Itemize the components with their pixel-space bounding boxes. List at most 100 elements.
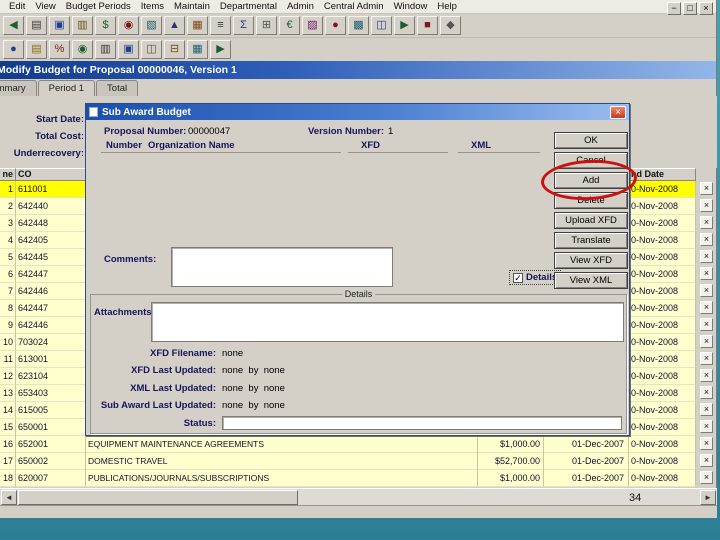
note-icon-glyph: ▤ [31, 42, 42, 55]
menu-edit[interactable]: Edit [4, 1, 30, 12]
calendar-icon[interactable]: ▦ [187, 16, 208, 35]
comments-input[interactable] [171, 247, 393, 287]
cell-line-number: 12 [0, 368, 16, 385]
row-delete-icon[interactable]: × [700, 437, 713, 450]
euro-icon[interactable]: € [279, 16, 300, 35]
horizontal-scrollbar[interactable]: ◄ ► [0, 488, 717, 505]
window-icon[interactable]: ◫ [141, 39, 162, 59]
column-number: Number [106, 140, 142, 151]
disk-icon[interactable]: ▣ [118, 39, 139, 59]
field-label: Sub Award Last Updated: [100, 400, 216, 411]
row-delete-icon[interactable]: × [700, 267, 713, 280]
field-value: none by none [222, 382, 285, 394]
row-delete-icon[interactable]: × [700, 199, 713, 212]
menu-window[interactable]: Window [389, 1, 433, 12]
status-field[interactable] [222, 416, 622, 430]
up-icon[interactable]: ▲ [164, 16, 185, 35]
menu-central-admin[interactable]: Central Admin [319, 1, 389, 12]
close-icon[interactable]: × [610, 106, 626, 119]
grid-icon[interactable]: ▦ [187, 39, 208, 59]
cancel-button[interactable]: Cancel [554, 152, 628, 169]
exit-icon[interactable]: ◆ [440, 16, 461, 35]
menu-maintain[interactable]: Maintain [169, 1, 215, 12]
user-icon[interactable]: ◉ [118, 16, 139, 35]
note-icon[interactable]: ▤ [26, 39, 47, 59]
collapse-icon[interactable]: ⊟ [164, 39, 185, 59]
go-icon[interactable]: ▶ [210, 39, 231, 59]
tab-summary[interactable]: Summary [0, 80, 37, 96]
delete-button[interactable]: Delete [554, 192, 628, 209]
copy-icon[interactable]: ▥ [72, 16, 93, 35]
header-end-date[interactable]: nd Date [629, 168, 696, 181]
scroll-left-icon[interactable]: ◄ [1, 490, 17, 505]
table-row[interactable]: 17 650002 DOMESTIC TRAVEL $52,700.00 01-Dec-… [0, 453, 698, 470]
back-icon-glyph: ◀ [9, 19, 18, 31]
menu-budget-periods[interactable]: Budget Periods [61, 1, 136, 12]
cell-cost-element: 642447 [16, 300, 86, 317]
row-delete-icon[interactable]: × [700, 250, 713, 263]
menu-items[interactable]: Items [136, 1, 169, 12]
row-delete-icon[interactable]: × [700, 335, 713, 348]
dense-grid-icon[interactable]: ▩ [348, 16, 369, 35]
row-delete-icon[interactable]: × [700, 182, 713, 195]
close-icon[interactable]: × [699, 2, 713, 15]
scroll-right-icon[interactable]: ► [700, 490, 716, 505]
disk-icon-glyph: ▣ [123, 42, 134, 55]
row-delete-icon[interactable]: × [700, 454, 713, 467]
table-row[interactable]: 16 652001 EQUIPMENT MAINTENANCE AGREEMENTS… [0, 436, 698, 453]
save-icon[interactable]: ▣ [49, 16, 70, 35]
pattern-icon[interactable]: ▨ [302, 16, 323, 35]
attachments-label: Attachments: [94, 307, 155, 318]
minimize-icon[interactable]: − [667, 2, 681, 15]
row-delete-icon[interactable]: × [700, 216, 713, 229]
refresh-icon[interactable]: ◉ [72, 39, 93, 59]
menu-departmental[interactable]: Departmental [215, 1, 282, 12]
chart-icon[interactable]: ▧ [141, 16, 162, 35]
row-delete-icon[interactable]: × [700, 420, 713, 433]
record-icon[interactable]: ● [325, 16, 346, 35]
row-delete-icon[interactable]: × [700, 403, 713, 416]
tab-period-1[interactable]: Period 1 [37, 80, 96, 96]
sum-icon[interactable]: Σ [233, 16, 254, 35]
back-icon[interactable]: ◀ [3, 16, 24, 35]
cell-line-number: 15 [0, 419, 16, 436]
row-delete-icon[interactable]: × [700, 233, 713, 246]
list-icon[interactable]: ≡ [210, 16, 231, 35]
menu-help[interactable]: Help [432, 1, 462, 12]
row-delete-icon[interactable]: × [700, 352, 713, 365]
dialog-titlebar[interactable]: Sub Award Budget [86, 104, 629, 120]
menu-admin[interactable]: Admin [282, 1, 319, 12]
row-delete-icon[interactable]: × [700, 386, 713, 399]
row-delete-icon[interactable]: × [700, 471, 713, 484]
attachments-input[interactable] [151, 302, 624, 342]
percent-icon[interactable]: % [49, 39, 70, 59]
scrollbar-thumb[interactable] [18, 490, 298, 505]
row-delete-icon[interactable]: × [700, 284, 713, 297]
row-delete-icon[interactable]: × [700, 301, 713, 314]
forward-icon[interactable]: ▶ [394, 16, 415, 35]
view-xml-button[interactable]: View XML [554, 272, 628, 289]
calculator-icon[interactable]: ⊞ [256, 16, 277, 35]
version-number-value: 1 [388, 126, 394, 137]
table-row[interactable]: 18 620007 PUBLICATIONS/JOURNALS/SUBSCRIPTI… [0, 470, 698, 487]
report-icon[interactable]: ▤ [26, 16, 47, 35]
columns-icon[interactable]: ◫ [371, 16, 392, 35]
row-delete-icon[interactable]: × [700, 369, 713, 382]
add-button[interactable]: Add [554, 172, 628, 189]
upload-xfd-button[interactable]: Upload XFD [554, 212, 628, 229]
go-icon-glyph: ▶ [216, 42, 225, 55]
row-delete-icon[interactable]: × [700, 318, 713, 331]
sheet-icon[interactable]: ▥ [95, 39, 116, 59]
money-icon[interactable]: $ [95, 16, 116, 35]
budget-window-titlebar[interactable]: Modify Budget for Proposal 00000046, Ver… [0, 61, 716, 79]
stop-icon[interactable]: ■ [417, 16, 438, 35]
globe-icon[interactable]: ● [3, 39, 24, 59]
translate-button[interactable]: Translate [554, 232, 628, 249]
header-cost-element[interactable]: CO [16, 168, 86, 181]
header-line[interactable]: ne [0, 168, 16, 181]
menu-view[interactable]: View [30, 1, 60, 12]
restore-icon[interactable]: □ [683, 2, 697, 15]
tab-total[interactable]: Total [96, 80, 139, 96]
view-xfd-button[interactable]: View XFD [554, 252, 628, 269]
ok-button[interactable]: OK [554, 132, 628, 149]
